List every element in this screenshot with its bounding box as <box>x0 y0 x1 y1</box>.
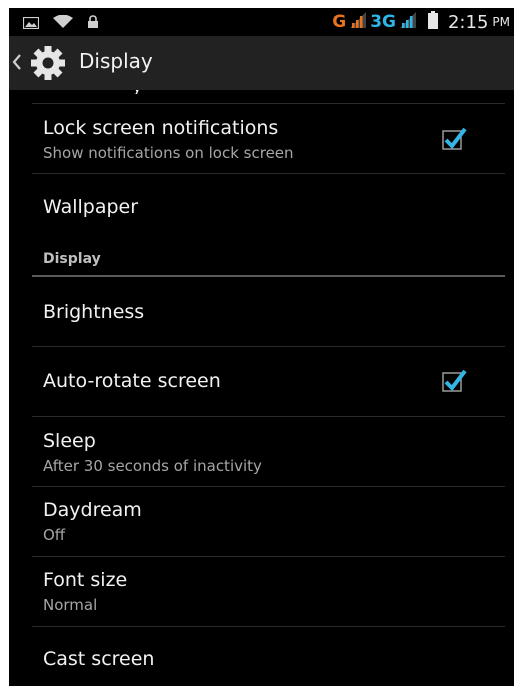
setting-title: Auto-rotate screen <box>43 370 221 392</box>
setting-lock-screen-notifications[interactable]: Lock screen notifications Show notificat… <box>9 104 514 173</box>
partial-item-above: y <box>43 90 193 94</box>
page-title: Display <box>79 49 153 73</box>
network-g-label: G <box>332 12 347 32</box>
setting-title: Lock screen notifications <box>43 117 279 139</box>
gear-icon[interactable] <box>28 45 68 85</box>
status-notifications <box>22 14 99 33</box>
phone-screen: G 3G 2:15 PM Display Lock screen notific… <box>9 8 514 686</box>
setting-title: Sleep <box>43 430 96 452</box>
setting-cast-screen[interactable]: Cast screen <box>9 627 514 686</box>
setting-title: Daydream <box>43 499 142 521</box>
auto-rotate-checkbox[interactable] <box>441 367 467 393</box>
action-bar: Display <box>9 36 514 90</box>
signal-3g-icon <box>399 12 416 32</box>
settings-list[interactable]: y Lock screen notifications Show notific… <box>9 90 514 686</box>
setting-sleep[interactable]: Sleep After 30 seconds of inactivity <box>9 417 514 486</box>
setting-summary: Normal <box>43 596 98 614</box>
clock-time: 2:15 <box>447 11 489 33</box>
section-header-display: Display <box>43 251 101 267</box>
status-bar: G 3G 2:15 PM <box>9 8 514 36</box>
image-icon <box>22 14 40 33</box>
setting-title: Cast screen <box>43 648 155 670</box>
clock-ampm: PM <box>492 15 510 29</box>
chevron-left-icon[interactable] <box>12 54 22 74</box>
wifi-icon <box>53 14 73 33</box>
network-3g-label: 3G <box>370 12 396 32</box>
setting-summary: Off <box>43 526 66 544</box>
setting-wallpaper[interactable]: Wallpaper <box>9 174 514 242</box>
setting-font-size[interactable]: Font size Normal <box>9 557 514 626</box>
setting-title: Brightness <box>43 301 145 323</box>
setting-title: Wallpaper <box>43 196 139 218</box>
status-system: G 3G 2:15 PM <box>332 10 510 34</box>
setting-summary: After 30 seconds of inactivity <box>43 457 262 475</box>
battery-icon <box>427 11 438 33</box>
setting-brightness[interactable]: Brightness <box>9 277 514 346</box>
setting-daydream[interactable]: Daydream Off <box>9 487 514 556</box>
lock-screen-checkbox[interactable] <box>441 125 467 151</box>
signal-icon <box>350 12 367 32</box>
setting-summary: Show notifications on lock screen <box>43 144 294 162</box>
setting-auto-rotate-screen[interactable]: Auto-rotate screen <box>9 347 514 416</box>
setting-title: Font size <box>43 569 128 591</box>
lock-icon <box>87 14 99 33</box>
